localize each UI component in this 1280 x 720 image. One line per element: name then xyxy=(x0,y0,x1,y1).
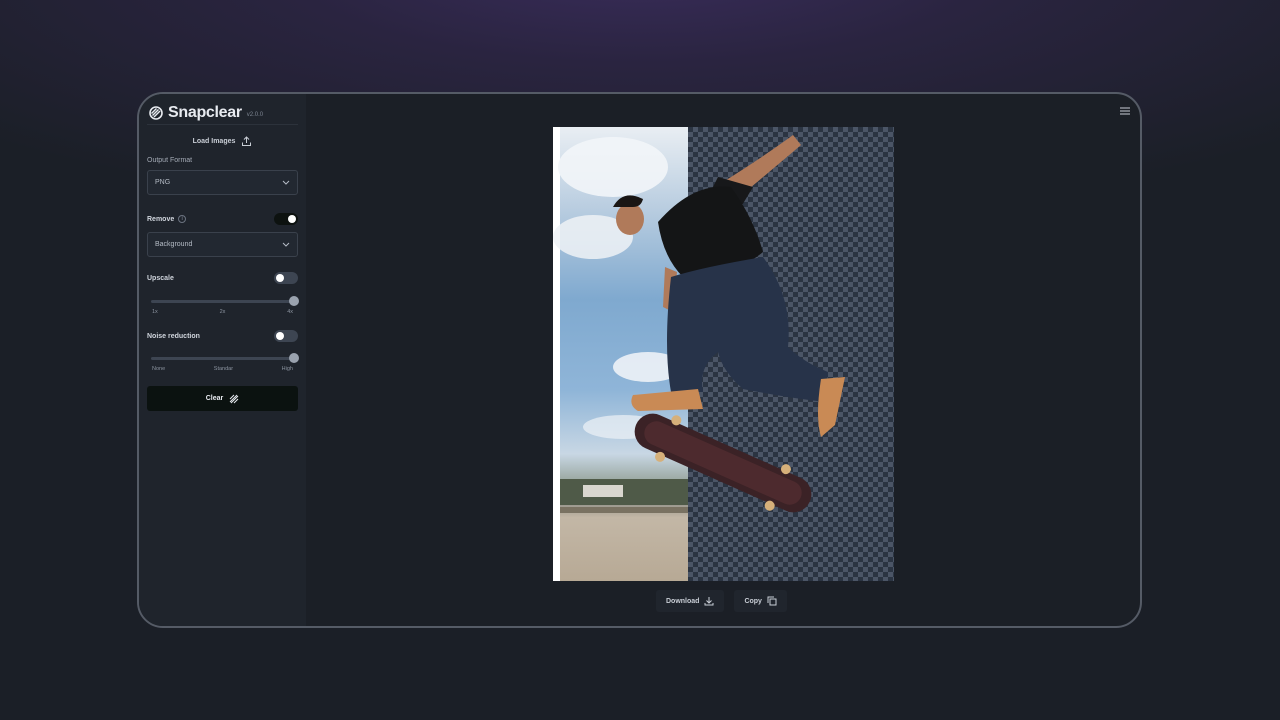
download-icon xyxy=(704,597,714,606)
clear-button[interactable]: Clear xyxy=(147,386,298,411)
tick-label: None xyxy=(152,366,166,372)
noise-slider[interactable] xyxy=(151,353,299,363)
copy-button[interactable]: Copy xyxy=(734,590,787,612)
remove-label: Remove xyxy=(147,215,175,223)
noise-label: Noise reduction xyxy=(147,332,200,340)
skater-subject-image xyxy=(553,135,845,513)
slider-thumb[interactable] xyxy=(289,353,299,363)
snapclear-logo-icon xyxy=(149,105,163,120)
tick-label: Standar xyxy=(213,366,234,372)
upscale-label: Upscale xyxy=(147,274,174,282)
chevron-down-icon xyxy=(282,180,290,185)
copy-label: Copy xyxy=(744,597,762,605)
tick-label: 2x xyxy=(219,309,226,315)
app-name: Snapclear xyxy=(168,103,242,121)
image-preview[interactable] xyxy=(553,127,894,581)
download-label: Download xyxy=(666,597,700,605)
clear-label: Clear xyxy=(205,395,224,402)
upscale-row: Upscale xyxy=(147,272,298,284)
main-workspace: Download Copy xyxy=(306,94,1140,626)
toggle-knob xyxy=(276,332,284,340)
load-images-label: Load Images xyxy=(192,137,236,145)
result-actions: Download Copy xyxy=(656,590,787,612)
remove-target-value: Background xyxy=(155,241,193,248)
toggle-knob xyxy=(288,215,296,223)
tick-label: High xyxy=(281,366,293,372)
output-format-value: PNG xyxy=(155,179,171,186)
upscale-slider[interactable] xyxy=(151,296,299,306)
noise-ticks: None Standar High xyxy=(152,366,293,372)
remove-target-select[interactable]: Background xyxy=(147,232,298,257)
tick-label: 4x xyxy=(287,309,293,315)
noise-toggle[interactable] xyxy=(274,330,298,342)
sidebar: Snapclear v2.0.0 Load Images Output Form… xyxy=(139,94,306,626)
brand: Snapclear v2.0.0 xyxy=(147,94,298,125)
slider-track xyxy=(151,357,294,360)
stripes-icon xyxy=(229,394,239,403)
app-window: Snapclear v2.0.0 Load Images Output Form… xyxy=(137,92,1142,628)
remove-row: Remove i xyxy=(147,213,298,225)
output-format-label: Output Format xyxy=(147,157,193,164)
upscale-toggle[interactable] xyxy=(274,272,298,284)
load-images-button[interactable]: Load Images xyxy=(147,125,298,157)
app-version: v2.0.0 xyxy=(246,112,264,118)
tick-label: 1x xyxy=(152,309,158,315)
download-button[interactable]: Download xyxy=(656,590,725,612)
hamburger-menu-icon[interactable] xyxy=(1120,107,1130,115)
copy-icon xyxy=(767,596,777,606)
noise-row: Noise reduction xyxy=(147,330,298,342)
slider-track xyxy=(151,300,294,303)
chevron-down-icon xyxy=(282,242,290,247)
toggle-knob xyxy=(276,274,284,282)
upscale-ticks: 1x 2x 4x xyxy=(152,309,293,315)
info-icon[interactable]: i xyxy=(178,215,187,223)
output-format-select[interactable]: PNG xyxy=(147,170,298,195)
remove-toggle[interactable] xyxy=(274,213,298,225)
upload-icon xyxy=(242,135,252,146)
slider-thumb[interactable] xyxy=(289,296,299,306)
